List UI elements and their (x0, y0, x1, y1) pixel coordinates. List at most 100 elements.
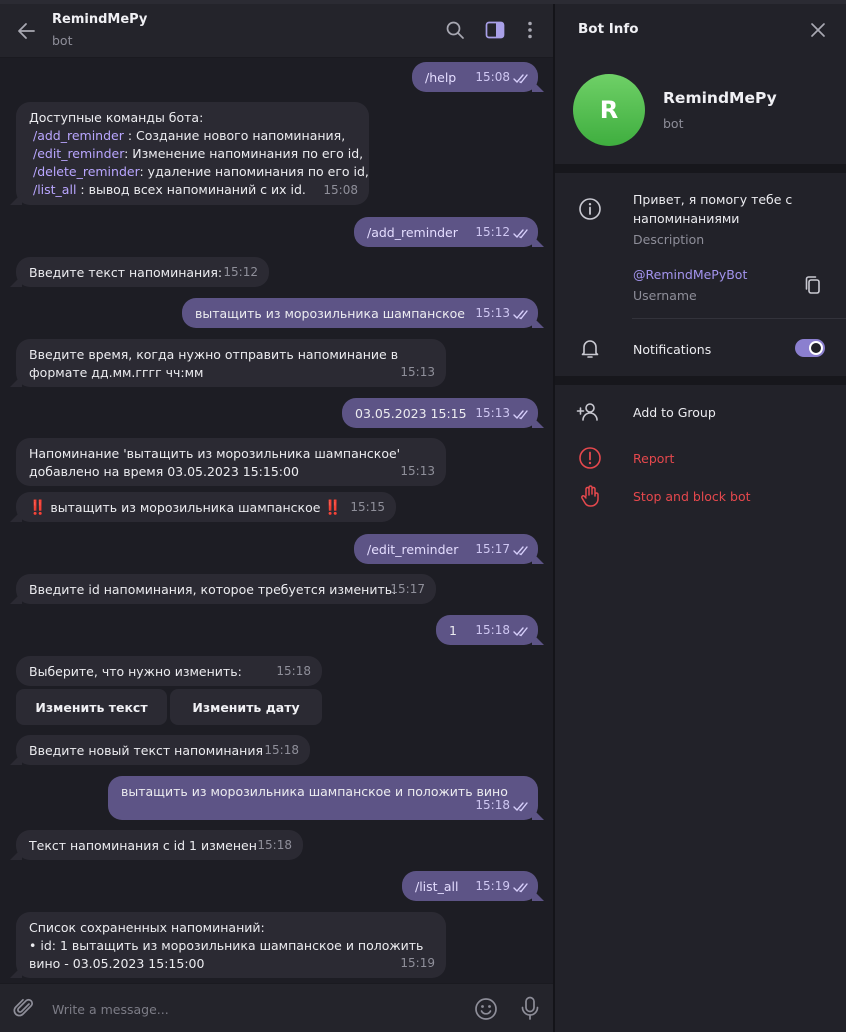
read-ticks-icon (513, 229, 528, 239)
message-text: Введите id напоминания, которое требуетс… (29, 582, 397, 597)
message-incoming[interactable]: Введите id напоминания, которое требуетс… (16, 574, 436, 604)
description-line: напоминаниями (633, 211, 740, 226)
add-to-group-button[interactable]: Add to Group (633, 403, 716, 422)
message-text: Текст напоминания с id 1 изменен (29, 838, 257, 853)
sidebar-toggle-icon[interactable] (484, 19, 506, 41)
message-list[interactable]: /help 15:08 Доступные команды бота: /add… (0, 59, 554, 983)
message-text: : вывод всех напоминаний с их id. (76, 182, 306, 197)
message-time: 15:19 (475, 879, 510, 893)
message-time: 15:13 (400, 464, 435, 478)
message-input[interactable] (52, 999, 432, 1019)
microphone-icon[interactable] (518, 995, 542, 1021)
stop-block-button[interactable]: Stop and block bot (633, 487, 751, 506)
message-incoming[interactable]: Выберите, что нужно изменить: 15:18 (16, 656, 322, 686)
more-vertical-icon[interactable] (519, 19, 541, 41)
message-text: вытащить из морозильника шампанское (46, 500, 325, 515)
message-text: вино - 03.05.2023 15:15:00 (29, 956, 205, 971)
close-icon[interactable] (808, 20, 828, 40)
message-text: Введите время, когда нужно отправить нап… (29, 347, 399, 362)
message-time: 15:12 (223, 265, 258, 279)
message-text: Напоминание 'вытащить из морозильника ша… (29, 446, 401, 461)
chat-title[interactable]: RemindMePy (52, 12, 147, 27)
message-outgoing[interactable]: вытащить из морозильника шампанское и по… (108, 776, 538, 820)
command-link[interactable]: /add_reminder (33, 128, 124, 143)
bot-subtitle: bot (663, 116, 684, 131)
message-text: Список сохраненных напоминаний: (29, 920, 265, 935)
message-text: : Изменение напоминания по его id, (124, 146, 364, 161)
message-text: : удаление напоминания по его id, (139, 164, 369, 179)
username-label: Username (633, 288, 697, 303)
message-text: Введите новый текст напоминания (29, 743, 264, 758)
message-text[interactable]: /list_all (415, 879, 458, 894)
description-text[interactable]: Привет, я помогу тебе с напоминаниями (633, 190, 792, 228)
message-time: 15:17 (390, 582, 425, 596)
read-ticks-icon (513, 74, 528, 84)
message-time: 15:17 (475, 542, 510, 556)
message-incoming[interactable]: Напоминание 'вытащить из морозильника ша… (16, 438, 446, 486)
message-incoming[interactable]: Введите новый текст напоминания 15:18 (16, 735, 310, 765)
notifications-toggle[interactable] (795, 339, 825, 357)
back-arrow-icon[interactable] (14, 18, 40, 44)
avatar[interactable]: R (573, 74, 645, 146)
message-composer (0, 983, 554, 1032)
chat-area: RemindMePy bot /help 15:08 Доступные ком… (0, 4, 554, 1032)
message-incoming[interactable]: Введите время, когда нужно отправить нап… (16, 339, 446, 387)
command-link[interactable]: /delete_reminder (33, 164, 140, 179)
message-time: 15:18 (475, 798, 510, 812)
message-time: 15:18 (475, 623, 510, 637)
message-text: формате дд.мм.гггг чч:мм (29, 365, 204, 380)
message-incoming[interactable]: Текст напоминания с id 1 изменен 15:18 (16, 830, 303, 860)
toggle-knob (809, 341, 823, 355)
read-ticks-icon (513, 627, 528, 637)
message-outgoing[interactable]: вытащить из морозильника шампанское 15:1… (182, 298, 538, 328)
exclamation-icon: ‼️ (29, 500, 47, 516)
message-incoming[interactable]: Доступные команды бота: /add_reminder : … (16, 102, 369, 205)
read-ticks-icon (513, 883, 528, 893)
message-outgoing[interactable]: /edit_reminder 15:17 (354, 534, 538, 564)
copy-icon[interactable] (802, 274, 824, 296)
message-text: добавлено на время 03.05.2023 15:15:00 (29, 464, 299, 479)
message-text: Введите текст напоминания: (29, 265, 223, 280)
message-text[interactable]: /help (425, 70, 456, 85)
info-icon (579, 198, 601, 220)
bot-info-panel: Bot Info R RemindMePy bot Привет, я помо… (555, 4, 846, 1032)
message-time: 15:13 (475, 306, 510, 320)
emoji-icon[interactable] (473, 996, 499, 1022)
read-ticks-icon (513, 310, 528, 320)
command-link[interactable]: /edit_reminder (33, 146, 124, 161)
description-label: Description (633, 232, 705, 247)
message-text: вытащить из морозильника шампанское (195, 306, 466, 321)
paperclip-icon[interactable] (12, 996, 36, 1020)
message-time: 15:18 (276, 664, 311, 678)
message-outgoing[interactable]: 03.05.2023 15:15 15:13 (342, 398, 538, 428)
username-link[interactable]: @RemindMePyBot (633, 267, 747, 282)
row-divider (632, 318, 846, 319)
message-text: вытащить из морозильника шампанское и по… (121, 784, 508, 799)
message-outgoing[interactable]: /list_all 15:19 (402, 871, 538, 901)
command-link[interactable]: /list_all (33, 182, 76, 197)
message-text: 03.05.2023 15:15 (355, 406, 467, 421)
stop-hand-icon (581, 485, 599, 507)
edit-text-button[interactable]: Изменить текст (16, 689, 167, 725)
message-outgoing[interactable]: 1 15:18 (436, 615, 538, 645)
message-incoming[interactable]: Список сохраненных напоминаний: • id: 1 … (16, 912, 446, 978)
message-text: 1 (449, 623, 457, 638)
message-outgoing[interactable]: /help 15:08 (412, 62, 538, 92)
panel-title: Bot Info (578, 21, 639, 37)
message-time: 15:19 (400, 956, 435, 970)
message-text[interactable]: /add_reminder (367, 225, 458, 240)
message-time: 15:13 (475, 406, 510, 420)
report-button[interactable]: Report (633, 449, 674, 468)
message-incoming[interactable]: Введите текст напоминания: 15:12 (16, 257, 269, 287)
message-incoming-reminder[interactable]: ‼️ вытащить из морозильника шампанское ‼… (16, 492, 396, 522)
search-icon[interactable] (444, 19, 466, 41)
message-time: 15:15 (350, 500, 385, 514)
read-ticks-icon (513, 802, 528, 812)
add-user-icon (576, 403, 598, 421)
message-outgoing[interactable]: /add_reminder 15:12 (354, 217, 538, 247)
message-text[interactable]: /edit_reminder (367, 542, 458, 557)
message-time: 15:13 (400, 365, 435, 379)
message-text: Выберите, что нужно изменить: (29, 664, 242, 679)
edit-date-button[interactable]: Изменить дату (170, 689, 322, 725)
message-time: 15:12 (475, 225, 510, 239)
